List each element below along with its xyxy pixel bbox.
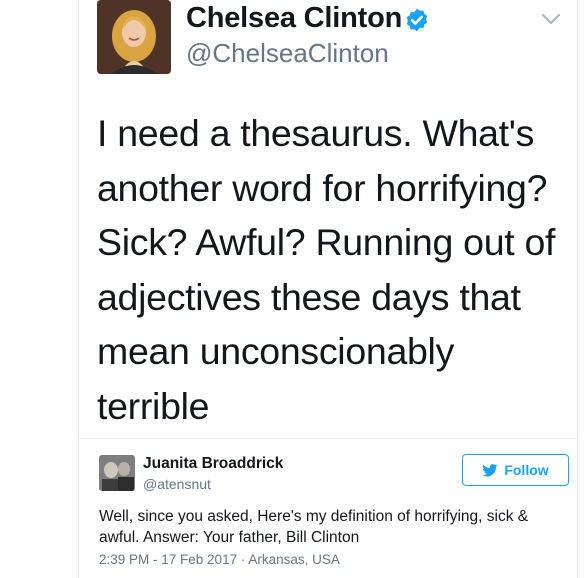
tweet-text: I need a thesaurus. What's another word … [97,112,556,427]
reply-text: Well, since you asked, Here's my definit… [99,508,529,546]
bird-icon [482,463,498,476]
author-handle[interactable]: @ChelseaClinton [186,38,389,69]
follow-button[interactable]: Follow [462,454,569,486]
reply-timestamp[interactable]: 2:39 PM - 17 Feb 2017 [99,552,237,567]
avatar-photo-icon [99,455,135,491]
reply-author-handle[interactable]: @atensnut [143,476,211,492]
reply-location: Arkansas, USA [248,552,340,567]
divider [79,438,577,439]
chevron-down-icon[interactable] [541,12,561,26]
reply-author-avatar[interactable] [99,455,135,491]
author-display-name[interactable]: Chelsea Clinton [186,2,402,35]
verified-badge-icon [406,8,428,32]
avatar-photo-icon [97,0,171,74]
tweet-card: Chelsea Clinton @ChelseaClinton I need a… [78,0,578,578]
author-avatar[interactable] [97,0,171,74]
follow-label: Follow [504,462,549,478]
page: Chelsea Clinton @ChelseaClinton I need a… [0,0,587,578]
reply-author-name[interactable]: Juanita Broaddrick [143,455,283,473]
reply-meta: 2:39 PM - 17 Feb 2017 · Arkansas, USA [99,552,340,567]
meta-separator: · [240,552,246,567]
